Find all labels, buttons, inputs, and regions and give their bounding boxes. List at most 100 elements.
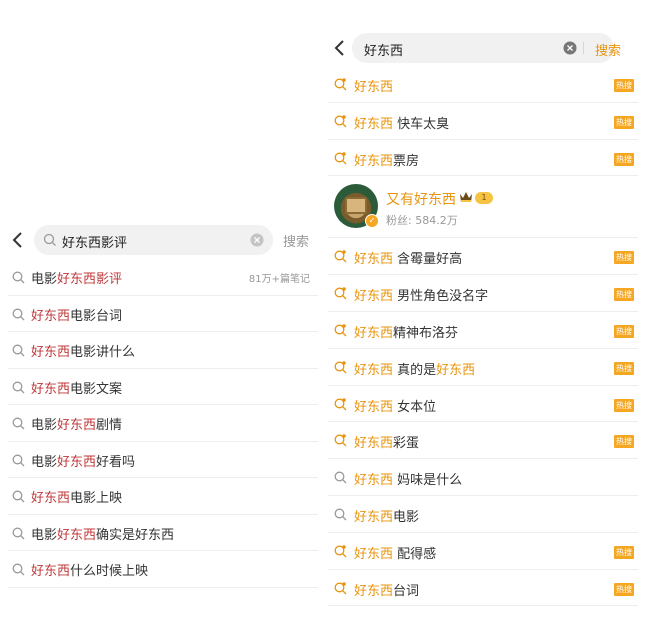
search-button[interactable]: 搜索: [283, 231, 309, 250]
suggestion-keyword: 好东西: [354, 399, 394, 415]
suggestion-group-top: 好东西 热搜 好东西 快车太臭 热搜 好东西票房 热搜: [328, 66, 638, 177]
hot-search-icon: [334, 360, 347, 374]
suggestion-text: 好东西 含霉量好高: [354, 248, 462, 267]
search-bar: 好东西 搜索: [328, 30, 638, 66]
search-icon: [43, 233, 56, 246]
suggestion-suffix: 男性角色没名字: [393, 289, 489, 305]
search-input[interactable]: 好东西 搜索: [352, 33, 621, 63]
hot-badge: 热搜: [614, 545, 634, 559]
suggestion-item[interactable]: 好东西票房 热搜: [328, 140, 638, 177]
suggestion-group-bottom: 好东西 含霉量好高 热搜 好东西 男性角色没名字 热搜 好东西精神布洛芬 热搜 好东西 真的…: [328, 238, 638, 607]
suggestion-item[interactable]: 好东西电影文案: [8, 369, 318, 405]
suggestion-text: 好东西电影台词: [31, 305, 122, 324]
suggestion-suffix: 配得感: [393, 546, 437, 562]
suggestion-prefix: 电影: [31, 418, 58, 433]
hot-search-icon: [334, 434, 347, 447]
suggestion-list: 好东西 热搜 好东西 快车太臭 热搜 好东西票房 热搜 ✓ 又有好东西 1 粉丝: 584…: [328, 66, 638, 607]
hot-badge: 热搜: [614, 435, 634, 449]
suggestion-keyword: 好东西: [57, 454, 97, 470]
suggestion-suffix: 电影台词: [70, 308, 123, 324]
suggestion-suffix: 什么时候上映: [70, 564, 149, 579]
hot-search-icon: [334, 397, 347, 411]
search-icon: [334, 508, 347, 521]
suggestion-item[interactable]: 好东西电影上映: [8, 478, 318, 515]
suggestion-keyword: 好东西: [31, 491, 71, 506]
hot-search-icon: [334, 78, 347, 91]
suggestion-text: 好东西彩蛋: [354, 432, 419, 451]
search-icon: [12, 490, 25, 503]
suggestion-keyword: 好东西: [354, 583, 394, 599]
hot-badge: 热搜: [614, 152, 634, 166]
suggestion-keyword: 好东西: [354, 252, 394, 268]
hot-badge: 热搜: [614, 361, 634, 375]
suggestion-suffix: 女本位: [393, 399, 437, 415]
suggestion-keyword: 好东西: [31, 564, 71, 579]
back-icon[interactable]: [10, 231, 26, 249]
crown-icon: [460, 192, 472, 203]
suggestion-item[interactable]: 好东西电影: [328, 496, 638, 533]
suggestion-item[interactable]: 好东西 真的是好东西 热搜: [328, 349, 638, 386]
suggestion-item[interactable]: 电影好东西确实是好东西: [8, 515, 318, 551]
suggestion-item[interactable]: 好东西 妈味是什么: [328, 459, 638, 496]
suggestion-prefix: 电影: [31, 272, 58, 287]
suggestion-prefix: 电影: [31, 527, 58, 543]
suggestion-text: 好东西: [354, 76, 393, 95]
suggestion-item[interactable]: 好东西 热搜: [328, 66, 638, 103]
suggestion-suffix: 电影: [393, 509, 420, 525]
clear-icon[interactable]: [250, 233, 264, 247]
suggestion-item[interactable]: 好东西什么时候上映: [8, 551, 318, 588]
suggestion-item[interactable]: 好东西 女本位 热搜: [328, 386, 638, 423]
user-result[interactable]: ✓ 又有好东西 1 粉丝: 584.2万: [328, 176, 638, 239]
hot-search-icon: [334, 581, 347, 595]
suggestion-suffix: 剧情: [96, 418, 123, 433]
search-icon: [12, 271, 25, 284]
search-bar: 好东西影评 搜索: [0, 223, 318, 257]
hot-badge: 热搜: [614, 398, 634, 412]
back-icon[interactable]: [332, 39, 348, 57]
suggestion-text: 好东西电影上映: [31, 487, 122, 506]
suggestion-item[interactable]: 好东西精神布洛芬 热搜: [328, 312, 638, 349]
suggestion-keyword: 好东西: [354, 289, 394, 305]
suggestion-keyword: 好东西: [354, 436, 394, 452]
suggestion-suffix: 电影上映: [70, 491, 123, 506]
level-badge: 1: [475, 192, 493, 205]
suggestion-suffix: 快车太臭: [393, 116, 450, 132]
suggestion-keyword: 好东西: [31, 308, 71, 324]
suggestion-text: 好东西票房: [354, 150, 419, 169]
suggestion-item[interactable]: 好东西 含霉量好高 热搜: [328, 238, 638, 276]
suggestion-keyword: 好东西: [354, 473, 394, 489]
suggestion-item[interactable]: 好东西 快车太臭 热搜: [328, 103, 638, 140]
search-icon: [12, 417, 25, 430]
search-icon: [12, 563, 25, 576]
suggestion-keyword: 好东西: [354, 325, 394, 341]
suggestion-item[interactable]: 好东西 配得感 热搜: [328, 533, 638, 570]
search-icon: [12, 454, 25, 466]
suggestion-item[interactable]: 电影好东西好看吗: [8, 442, 318, 478]
suggestion-item[interactable]: 好东西电影台词: [8, 296, 318, 332]
suggestion-item[interactable]: 好东西彩蛋 热搜: [328, 422, 638, 460]
suggestion-item[interactable]: 电影好东西剧情: [8, 405, 318, 442]
clear-icon[interactable]: [563, 41, 577, 55]
suggestion-text: 电影好东西确实是好东西: [31, 524, 174, 543]
suggestion-keyword: 好东西: [31, 381, 71, 397]
suggestion-text: 电影好东西影评: [31, 268, 122, 287]
suggestion-text: 好东西电影文案: [31, 378, 122, 397]
suggestion-suffix: 妈味是什么: [393, 473, 463, 489]
suggestion-text: 好东西 快车太臭: [354, 113, 449, 132]
suggestion-text: 好东西 妈味是什么: [354, 469, 462, 488]
suggestion-text: 好东西 真的是好东西: [354, 359, 475, 378]
suggestion-item[interactable]: 好东西台词 热搜: [328, 570, 638, 607]
right-search-panel: 好东西 搜索 好东西 热搜 好东西 快车太臭 热搜 好东西票房 热搜 ✓ 又有好东西 1 …: [328, 30, 638, 607]
suggestion-item[interactable]: 好东西电影讲什么: [8, 332, 318, 369]
suggestion-item[interactable]: 好东西 男性角色没名字 热搜: [328, 275, 638, 312]
suggestion-keyword: 好东西: [354, 362, 394, 378]
suggestion-keyword: 好东西: [31, 345, 71, 360]
suggestion-item[interactable]: 电影好东西影评 81万+篇笔记: [8, 259, 318, 296]
search-button[interactable]: 搜索: [595, 40, 621, 59]
suggestion-keyword: 好东西: [354, 116, 394, 132]
suggestion-text: 好东西电影: [354, 506, 419, 525]
search-icon: [334, 471, 347, 484]
suggestion-suffix: 确实是好东西: [96, 527, 175, 543]
search-input[interactable]: 好东西影评: [34, 225, 273, 255]
user-name: 又有好东西: [386, 192, 456, 209]
